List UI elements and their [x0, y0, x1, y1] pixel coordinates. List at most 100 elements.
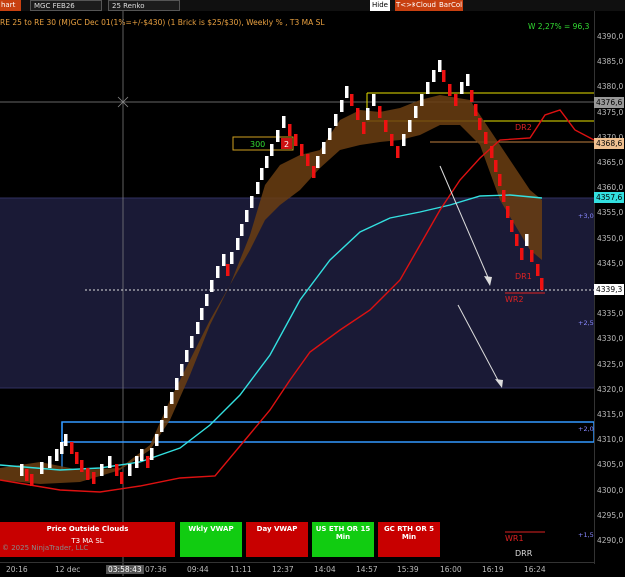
day-vwap-panel[interactable]: Day VWAP [246, 522, 308, 557]
renko-brick-up [260, 168, 264, 180]
price-tag-grey: 4376,6 [594, 97, 625, 108]
renko-brick-up [265, 156, 269, 168]
us-eth-label: US ETH OR 15 Min [315, 525, 371, 541]
renko-brick-up [525, 234, 529, 246]
price-chart[interactable]: DR1 WR2 DR2 WR1 DRR 300 2 [0, 0, 625, 576]
renko-brick-down [294, 134, 298, 146]
renko-brick-down [454, 94, 458, 106]
x-axis-tick-label: 07:36 [145, 565, 167, 574]
renko-brick-up [282, 116, 286, 128]
renko-brick-up [432, 70, 436, 82]
renko-brick-up [170, 392, 174, 404]
price-tag-cyan: 4357,6 [594, 192, 625, 203]
renko-brick-down [515, 234, 519, 246]
renko-brick-down [474, 104, 478, 116]
x-axis-tick-label: 15:39 [397, 565, 419, 574]
renko-brick-up [402, 134, 406, 146]
y-axis-tick-label: 4345,0 [597, 258, 624, 268]
renko-brick-up [334, 114, 338, 126]
renko-brick-down [306, 154, 310, 166]
renko-brick-up [322, 142, 326, 154]
renko-brick-down [520, 248, 524, 260]
renko-brick-down [75, 452, 79, 464]
renko-brick-up [230, 252, 234, 264]
dr2-label: DR2 [515, 123, 532, 132]
renko-brick-up [420, 94, 424, 106]
renko-brick-down [536, 264, 540, 276]
y-axis-tick-label: 4325,0 [597, 359, 624, 369]
y-axis-tick-label: 4375,0 [597, 107, 624, 117]
wkly-vwap-panel[interactable]: Wkly VWAP [180, 522, 242, 557]
renko-brick-up [222, 254, 226, 266]
renko-brick-up [155, 434, 159, 446]
renko-brick-up [135, 456, 139, 468]
sd-label: +2,5 [578, 319, 594, 327]
y-axis-tick-label: 4355,0 [597, 208, 624, 218]
y-axis-tick-label: 4380,0 [597, 82, 624, 92]
renko-brick-up [236, 238, 240, 250]
renko-brick-up [276, 130, 280, 142]
y-axis-tick-label: 4360,0 [597, 183, 624, 193]
renko-brick-up [270, 144, 274, 156]
renko-brick-up [438, 60, 442, 72]
us-eth-panel[interactable]: US ETH OR 15 Min [312, 522, 374, 557]
renko-brick-down [350, 94, 354, 106]
renko-brick-up [210, 280, 214, 292]
renko-brick-down [300, 144, 304, 156]
renko-brick-up [140, 449, 144, 461]
renko-brick-up [55, 449, 59, 461]
x-axis-tick-label: 09:44 [187, 565, 209, 574]
renko-brick-down [470, 90, 474, 102]
renko-brick-down [362, 122, 366, 134]
renko-brick-up [466, 74, 470, 86]
price-tag-current: 4339,3 [594, 284, 625, 295]
wkly-vwap-label: Wkly VWAP [188, 525, 234, 533]
renko-brick-up [196, 322, 200, 334]
renko-brick-up [64, 434, 68, 446]
renko-brick-down [384, 120, 388, 132]
y-axis-tick-label: 4365,0 [597, 158, 624, 167]
y-axis-tick-label: 4390,0 [597, 32, 624, 41]
renko-brick-up [48, 456, 52, 468]
renko-brick-up [426, 82, 430, 94]
x-axis-tick-label: 20:16 [6, 565, 28, 574]
x-axis-tick-label: 12 dec [55, 565, 81, 574]
renko-brick-up [160, 420, 164, 432]
price-tag-orange: 4368,6 [594, 138, 625, 149]
y-axis-tick-label: 4315,0 [597, 410, 624, 419]
x-axis-tick-label: 16:24 [524, 565, 546, 574]
renko-brick-down [92, 472, 96, 484]
renko-brick-down [484, 132, 488, 144]
renko-brick-up [108, 456, 112, 468]
y-axis-tick-label: 4335,0 [597, 309, 624, 319]
renko-brick-down [146, 456, 150, 468]
renko-brick-up [216, 266, 220, 278]
renko-brick-up [150, 448, 154, 460]
y-axis-tick-label: 4290,0 [597, 536, 624, 545]
y-axis-tick-label: 4305,0 [597, 460, 624, 470]
renko-brick-down [490, 146, 494, 158]
renko-brick-up [175, 378, 179, 390]
renko-brick-down [226, 264, 230, 276]
renko-brick-down [540, 278, 544, 290]
renko-brick-down [448, 84, 452, 96]
renko-brick-up [100, 464, 104, 476]
gc-rth-panel[interactable]: GC RTH OR 5 Min [378, 522, 440, 557]
renko-brick-down [356, 108, 360, 120]
renko-brick-up [200, 308, 204, 320]
renko-brick-down [494, 160, 498, 172]
x-axis-tick-label: 16:19 [482, 565, 504, 574]
renko-brick-down [86, 468, 90, 480]
renko-brick-up [180, 364, 184, 376]
renko-brick-down [502, 190, 506, 202]
renko-brick-up [164, 406, 168, 418]
renko-brick-up [40, 462, 44, 474]
vwap-box [61, 421, 595, 443]
time-axis[interactable] [0, 562, 594, 577]
renko-brick-down [115, 464, 119, 476]
dr1-label: DR1 [515, 272, 532, 281]
renko-brick-up [250, 196, 254, 208]
y-axis-tick-label: 4310,0 [597, 435, 624, 445]
x-axis-tick-label: 11:11 [230, 565, 252, 574]
renko-brick-up [20, 464, 24, 476]
